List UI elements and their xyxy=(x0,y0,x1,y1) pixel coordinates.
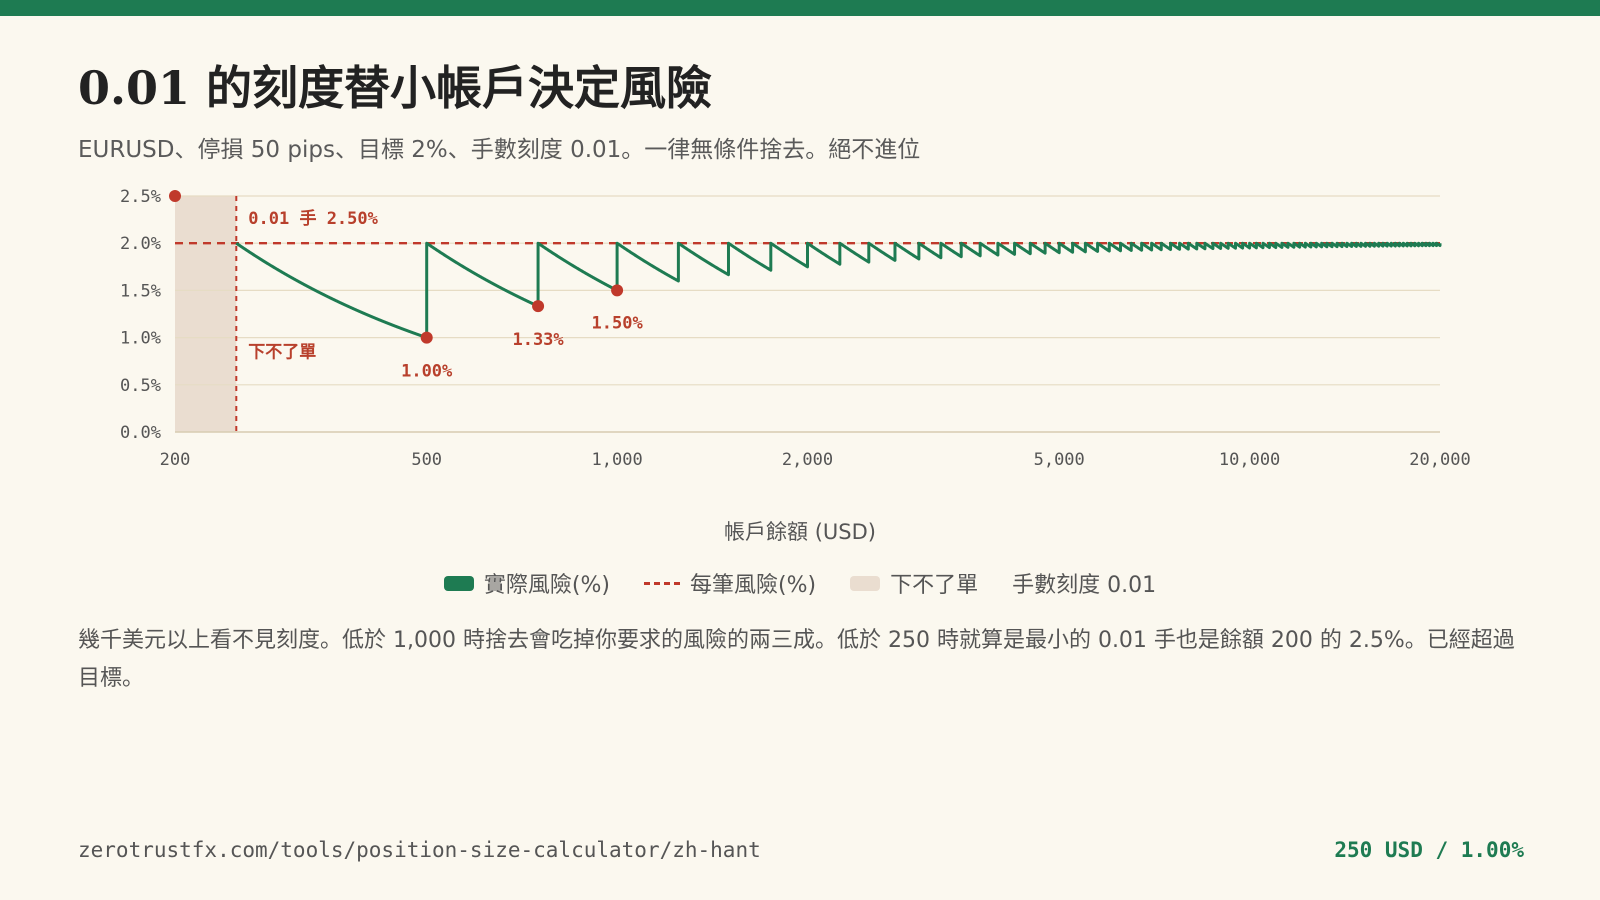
blocked-label: 下不了單 xyxy=(248,342,316,362)
legend-item-step: 手數刻度 0.01 xyxy=(1012,567,1156,599)
legend-swatch-target xyxy=(644,581,680,585)
legend-swatch-blocked xyxy=(850,575,881,591)
risk-chart: 0.0% 0.5% 1.0% 1.5% 2.0% 2.5% 200 500 1,000 2,000… xyxy=(120,187,1471,470)
min-lot-label: 0.01 手 2.50% xyxy=(248,208,378,229)
y-tick-label: 2.5% xyxy=(120,187,161,207)
risk-point xyxy=(532,300,545,313)
x-tick-label: 20,000 xyxy=(1409,450,1470,470)
y-tick-label: 1.5% xyxy=(120,281,161,301)
y-tick-label: 0.5% xyxy=(120,376,161,396)
x-tick-label: 10,000 xyxy=(1219,450,1280,470)
legend-label-target: 每筆風險(%) xyxy=(690,573,817,598)
risk-point xyxy=(420,331,433,344)
chart-legend: 實際風險(%) 每筆風險(%) 下不了單 手數刻度 0.01 xyxy=(0,567,1600,599)
x-tick-label: 2,000 xyxy=(782,450,833,470)
legend-label-blocked: 下不了單 xyxy=(890,573,979,598)
x-tick-label: 1,000 xyxy=(592,450,643,470)
footer-stat: 250 USD / 1.00% xyxy=(1334,838,1524,862)
risk-point xyxy=(169,190,181,202)
risk-point-label: 1.00% xyxy=(401,362,453,382)
x-tick-label: 500 xyxy=(411,450,442,470)
blocked-region xyxy=(175,196,237,432)
legend-item-target: 每筆風險(%) xyxy=(644,567,816,599)
risk-point-label: 1.50% xyxy=(592,313,644,333)
legend-swatch-actual xyxy=(443,575,474,591)
explanation-note: 幾千美元以上看不見刻度。低於 1,000 時捨去會吃掉你要求的風險的兩三成。低於… xyxy=(78,628,1515,691)
top-accent-bar xyxy=(0,0,1600,16)
legend-label-actual: 實際風險(%) xyxy=(483,573,610,598)
y-tick-label: 2.0% xyxy=(120,234,161,254)
y-tick-label: 0.0% xyxy=(120,423,161,443)
risk-point-label: 1.33% xyxy=(512,330,564,350)
x-axis-label: 帳戶餘額 (USD) xyxy=(724,520,876,544)
page-subtitle: EURUSD、停損 50 pips、目標 2%、手數刻度 0.01。一律無條件捨… xyxy=(78,137,921,163)
risk-point xyxy=(611,284,624,297)
x-tick-label: 5,000 xyxy=(1034,450,1085,470)
legend-item-actual: 實際風險(%) xyxy=(443,567,610,599)
legend-label-step: 手數刻度 0.01 xyxy=(1012,573,1157,598)
footer-url: zerotrustfx.com/tools/position-size-calc… xyxy=(78,838,761,862)
legend-item-blocked: 下不了單 xyxy=(850,567,978,599)
y-tick-label: 1.0% xyxy=(120,329,161,349)
x-tick-label: 200 xyxy=(160,450,191,470)
page-title: 0.01 的刻度替小帳戶決定風險 xyxy=(78,61,713,115)
